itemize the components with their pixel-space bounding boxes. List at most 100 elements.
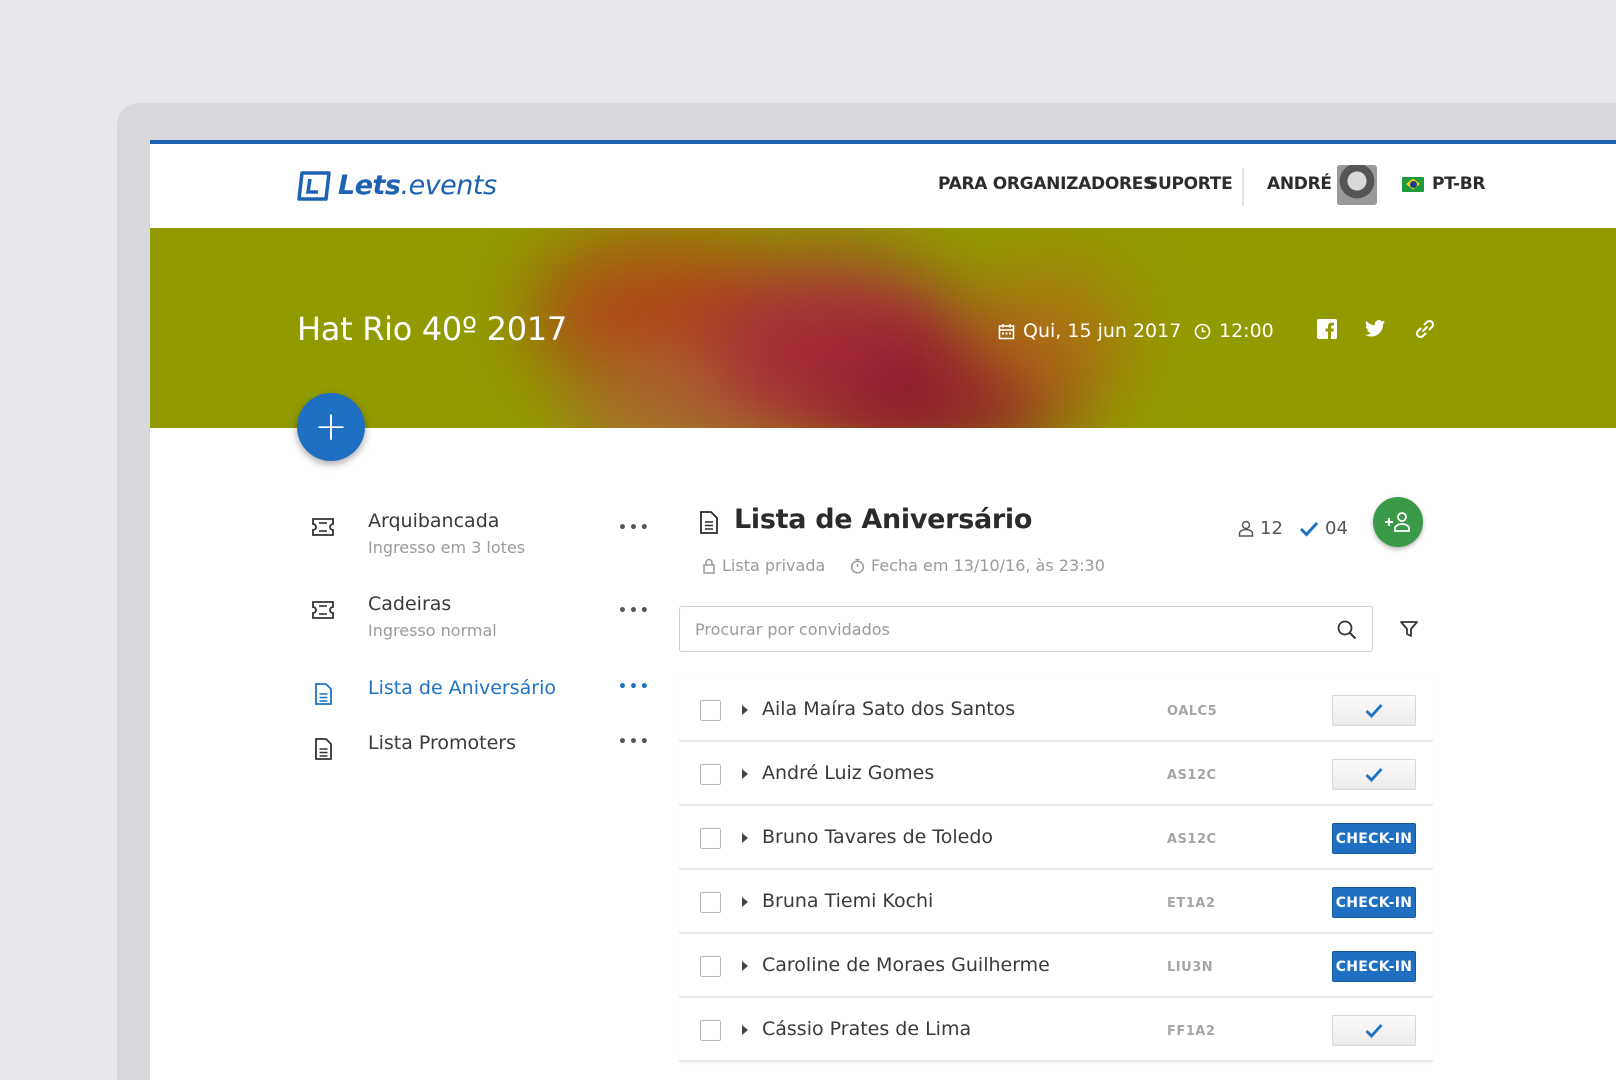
list-privacy-text: Lista privada (722, 556, 826, 575)
guest-name: Caroline de Moraes Guilherme (762, 954, 1050, 976)
expand-caret-icon[interactable] (742, 769, 748, 779)
checked-in-button[interactable] (1332, 695, 1416, 726)
document-icon (315, 738, 332, 760)
sidebar-item-cadeiras[interactable]: Cadeiras Ingresso normal ••• (310, 593, 651, 640)
checked-count: 04 (1299, 518, 1348, 539)
brazil-flag-icon (1402, 176, 1424, 192)
sidebar-item-title: Cadeiras (368, 593, 452, 615)
more-options-icon[interactable]: ••• (618, 679, 651, 695)
table-row: Cássio Prates de Lima FF1A2 (679, 998, 1433, 1062)
more-options-icon[interactable]: ••• (618, 520, 651, 536)
sidebar-item-title: Arquibancada (368, 510, 500, 532)
top-bar: Lets.events PARA ORGANIZADORES SUPORTE A… (150, 144, 1616, 228)
add-button[interactable]: + (297, 393, 365, 461)
person-icon (1238, 520, 1254, 537)
check-in-button[interactable]: CHECK-IN (1332, 951, 1416, 982)
guest-name: Cássio Prates de Lima (762, 1018, 972, 1040)
expand-caret-icon[interactable] (742, 833, 748, 843)
guest-name: André Luiz Gomes (762, 762, 935, 784)
brand-name: Lets.events (338, 170, 497, 201)
table-row: André Luiz Gomes AS12C (679, 742, 1433, 806)
guest-name: Bruno Tavares de Toledo (762, 826, 994, 848)
avatar[interactable] (1337, 165, 1377, 205)
search-input[interactable] (680, 607, 1300, 651)
check-icon (1365, 1024, 1383, 1038)
guest-code: LIU3N (1167, 960, 1214, 975)
guest-count-value: 12 (1260, 518, 1283, 539)
expand-caret-icon[interactable] (742, 705, 748, 715)
facebook-icon[interactable] (1316, 318, 1338, 340)
guest-code: AS12C (1167, 832, 1217, 847)
table-row: Bruno Tavares de Toledo AS12C CHECK-IN (679, 806, 1433, 870)
checked-in-button[interactable] (1332, 1015, 1416, 1046)
timer-icon (850, 558, 865, 574)
row-checkbox[interactable] (700, 956, 721, 977)
app-window: Lets.events PARA ORGANIZADORES SUPORTE A… (150, 140, 1616, 1080)
calendar-icon (998, 323, 1015, 339)
table-row: Caroline de Moraes Guilherme LIU3N CHECK… (679, 934, 1433, 998)
expand-caret-icon[interactable] (742, 961, 748, 971)
more-options-icon[interactable]: ••• (618, 603, 651, 619)
logo-icon (297, 170, 331, 201)
sidebar-item-lista-promoters[interactable]: Lista Promoters ••• (310, 732, 650, 762)
list-closing-text: Fecha em 13/10/16, às 23:30 (871, 556, 1105, 575)
guest-count: 12 (1238, 518, 1283, 539)
row-checkbox[interactable] (700, 700, 721, 721)
filter-icon[interactable] (1398, 618, 1420, 640)
guest-code: ET1A2 (1167, 896, 1216, 911)
table-row: Bruna Tiemi Kochi ET1A2 CHECK-IN (679, 870, 1433, 934)
event-time-text: 12:00 (1219, 320, 1274, 342)
search-icon[interactable] (1336, 619, 1358, 641)
guest-name: Bruna Tiemi Kochi (762, 890, 934, 912)
sidebar-item-lista-aniversario[interactable]: Lista de Aniversário ••• (310, 677, 650, 707)
list-closing: Fecha em 13/10/16, às 23:30 (850, 556, 1105, 575)
sidebar-item-subtitle: Ingresso em 3 lotes (368, 538, 526, 557)
guest-name: Aila Maíra Sato dos Santos (762, 698, 1016, 720)
guest-code: AS12C (1167, 768, 1217, 783)
event-banner: Hat Rio 40º 2017 Qui, 15 jun 2017 12:00 (150, 228, 1616, 428)
sidebar-item-arquibancada[interactable]: Arquibancada Ingresso em 3 lotes ••• (310, 510, 651, 557)
twitter-icon[interactable] (1364, 318, 1386, 340)
user-name[interactable]: ANDRÉ (1267, 174, 1332, 194)
guest-code: OALC5 (1167, 704, 1218, 719)
brand-logo[interactable]: Lets.events (297, 170, 497, 201)
event-date-text: Qui, 15 jun 2017 (1023, 320, 1182, 342)
language-label: PT-BR (1432, 174, 1486, 194)
page-title: Lista de Aniversário (734, 504, 1033, 535)
nav-support-link[interactable]: SUPORTE (1146, 174, 1233, 194)
add-guest-button[interactable] (1373, 497, 1423, 547)
event-time: 12:00 (1194, 320, 1274, 342)
document-icon (315, 683, 332, 705)
sidebar-item-title: Lista Promoters (368, 732, 517, 754)
row-checkbox[interactable] (700, 764, 721, 785)
document-icon (700, 511, 718, 534)
list-privacy: Lista privada (702, 556, 825, 575)
checked-in-button[interactable] (1332, 759, 1416, 790)
lock-icon (703, 558, 715, 574)
nav-organizers-link[interactable]: PARA ORGANIZADORES (938, 174, 1155, 194)
search-box (679, 606, 1373, 652)
language-selector[interactable]: PT-BR (1402, 174, 1485, 194)
event-date: Qui, 15 jun 2017 (998, 320, 1181, 342)
check-icon (1299, 521, 1319, 537)
link-icon[interactable] (1414, 318, 1436, 340)
event-title: Hat Rio 40º 2017 (297, 310, 567, 348)
row-checkbox[interactable] (700, 828, 721, 849)
row-checkbox[interactable] (700, 892, 721, 913)
sidebar-item-subtitle: Ingresso normal (368, 621, 497, 640)
guest-code: FF1A2 (1167, 1024, 1216, 1039)
add-person-icon (1385, 512, 1410, 532)
row-checkbox[interactable] (700, 1020, 721, 1041)
clock-icon (1194, 323, 1211, 339)
check-icon (1365, 704, 1383, 718)
check-icon (1365, 768, 1383, 782)
more-options-icon[interactable]: ••• (618, 734, 651, 750)
expand-caret-icon[interactable] (742, 1025, 748, 1035)
expand-caret-icon[interactable] (742, 897, 748, 907)
guest-table: Aila Maíra Sato dos Santos OALC5 André L… (679, 678, 1433, 1062)
nav-divider (1242, 168, 1244, 206)
check-in-button[interactable]: CHECK-IN (1332, 823, 1416, 854)
check-in-button[interactable]: CHECK-IN (1332, 887, 1416, 918)
table-row: Aila Maíra Sato dos Santos OALC5 (679, 678, 1433, 742)
ticket-icon (312, 601, 334, 619)
